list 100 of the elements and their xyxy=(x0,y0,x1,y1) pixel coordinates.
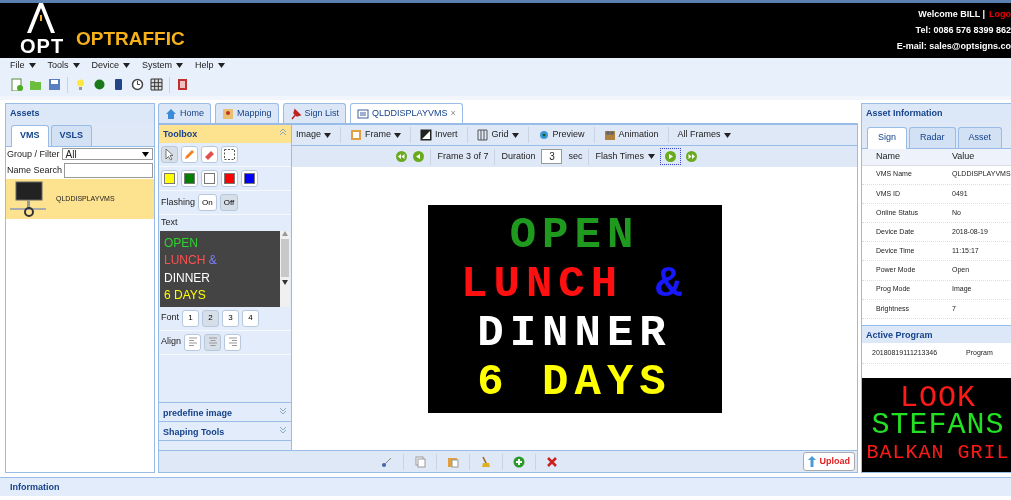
grid-icon[interactable] xyxy=(150,78,163,91)
close-icon[interactable]: × xyxy=(450,106,456,121)
toggle-button[interactable]: Off xyxy=(219,194,239,211)
caret-icon xyxy=(28,63,36,68)
unit-label: sec xyxy=(568,149,583,163)
house-icon xyxy=(165,107,177,120)
phone-icon[interactable] xyxy=(112,78,125,91)
font-size-button[interactable]: 1 xyxy=(182,309,199,327)
flash-times-dropdown[interactable]: Flash Times xyxy=(595,149,655,164)
tab[interactable]: Sign List xyxy=(282,103,347,123)
align-button[interactable] xyxy=(184,333,201,351)
dot-icon[interactable] xyxy=(93,78,106,91)
menu-item[interactable]: File xyxy=(10,58,36,73)
menu-item[interactable]: Device xyxy=(91,58,131,73)
eye-icon xyxy=(537,129,550,141)
caret-icon xyxy=(511,132,519,138)
copy-icon[interactable] xyxy=(414,455,426,468)
logout-link[interactable]: Logo xyxy=(989,9,1011,20)
caret-icon xyxy=(324,132,331,138)
collapse-icon[interactable] xyxy=(279,128,287,136)
phone-text: Tel: 0086 576 8399 862 xyxy=(914,25,1011,36)
lightbulb-icon[interactable] xyxy=(74,78,87,91)
caret-icon xyxy=(217,63,225,68)
field-label: Font xyxy=(161,311,179,325)
tab[interactable]: Sign xyxy=(867,127,907,149)
toolbar-button[interactable]: Animation xyxy=(603,128,659,142)
expand-icon[interactable] xyxy=(279,426,287,434)
welcome-text: Welcome BILL | xyxy=(918,9,985,20)
delete-icon[interactable] xyxy=(546,455,558,468)
add-icon[interactable] xyxy=(513,455,525,468)
panel-title: Toolbox xyxy=(163,128,198,140)
font-size-button[interactable]: 4 xyxy=(242,309,259,327)
frame-icon xyxy=(350,129,362,141)
new-file-icon[interactable] xyxy=(10,78,23,91)
tab[interactable]: Home xyxy=(158,103,211,123)
field-label: Name Search xyxy=(7,163,63,177)
column-header: Value xyxy=(951,149,976,163)
tool-button[interactable] xyxy=(201,146,218,163)
scroll-down-icon[interactable] xyxy=(282,279,288,285)
pin-icon xyxy=(289,107,302,120)
scrollbar[interactable] xyxy=(280,230,290,307)
email-text: E-mail: sales@optsigns.co xyxy=(896,41,1011,52)
toolbar-button[interactable]: Image xyxy=(296,128,331,142)
caret-icon xyxy=(72,63,80,68)
status-bar: Information xyxy=(0,477,1011,496)
sign-trailer-icon xyxy=(8,181,48,217)
toolbar-button[interactable]: Frame xyxy=(350,128,402,142)
paste-icon[interactable] xyxy=(447,455,459,468)
upload-button[interactable]: Upload xyxy=(802,451,855,472)
map-icon xyxy=(222,107,234,120)
panel-title: Assets xyxy=(6,104,154,122)
book-icon[interactable] xyxy=(176,78,189,91)
scroll-up-icon[interactable] xyxy=(282,230,288,236)
clock-icon[interactable] xyxy=(131,78,144,91)
tab[interactable]: VSLS xyxy=(50,125,93,146)
invert-icon xyxy=(420,129,433,141)
toolbar-button[interactable]: Preview xyxy=(537,128,585,142)
previous-icon[interactable] xyxy=(413,151,425,162)
first-frame-icon[interactable] xyxy=(396,151,408,162)
save-icon[interactable] xyxy=(48,78,61,91)
eraser-icon xyxy=(203,148,216,161)
font-size-button[interactable]: 3 xyxy=(222,309,239,327)
toolbar-button[interactable]: All Frames xyxy=(677,128,731,142)
panel-title: Asset Information xyxy=(862,104,1011,122)
filter-dropdown[interactable]: All xyxy=(61,148,153,161)
tool-button[interactable] xyxy=(161,146,178,163)
duration-field[interactable]: 3 xyxy=(541,149,563,164)
align-button[interactable] xyxy=(204,333,221,351)
section-header[interactable]: Shaping Tools xyxy=(163,426,225,436)
menu-item[interactable]: Tools xyxy=(47,58,80,73)
last-frame-icon[interactable] xyxy=(686,151,697,162)
section-header[interactable]: predefine image xyxy=(163,407,233,417)
led-sign-display: OPEN LUNCH & DINNER 6 DAYS xyxy=(427,204,722,413)
tab[interactable]: Asset xyxy=(957,127,1003,148)
tab[interactable]: Radar xyxy=(909,127,956,148)
play-icon[interactable] xyxy=(665,151,676,162)
menu-item[interactable]: Help xyxy=(195,58,225,73)
expand-icon[interactable] xyxy=(279,407,287,415)
search-field[interactable] xyxy=(64,163,153,178)
column-header: Name xyxy=(875,149,901,163)
toggle-button[interactable]: On xyxy=(198,194,217,211)
field-label: Align xyxy=(161,335,181,349)
program-preview-display: LOOK STEFANS BALKAN GRIL xyxy=(862,378,1011,472)
broom-icon[interactable] xyxy=(480,455,492,468)
field-label: Duration xyxy=(501,149,536,163)
toolbar-button[interactable]: Invert xyxy=(420,128,458,142)
toolbar-button[interactable]: Grid xyxy=(476,128,519,142)
tool-button[interactable] xyxy=(221,146,238,163)
caret-icon xyxy=(723,132,731,138)
folder-icon[interactable] xyxy=(29,78,42,91)
tab[interactable]: Mapping xyxy=(215,103,279,123)
align-button[interactable] xyxy=(224,333,241,351)
menu-item[interactable]: System xyxy=(142,58,184,73)
caret-icon xyxy=(394,132,402,138)
font-size-button[interactable]: 2 xyxy=(202,309,219,327)
tab[interactable]: QLDDISPLAYVMS × xyxy=(350,103,463,123)
caret-icon xyxy=(648,154,655,159)
panel-title: Active Program xyxy=(862,325,1011,343)
selection-icon xyxy=(223,148,236,161)
tab[interactable]: VMS xyxy=(11,125,49,147)
